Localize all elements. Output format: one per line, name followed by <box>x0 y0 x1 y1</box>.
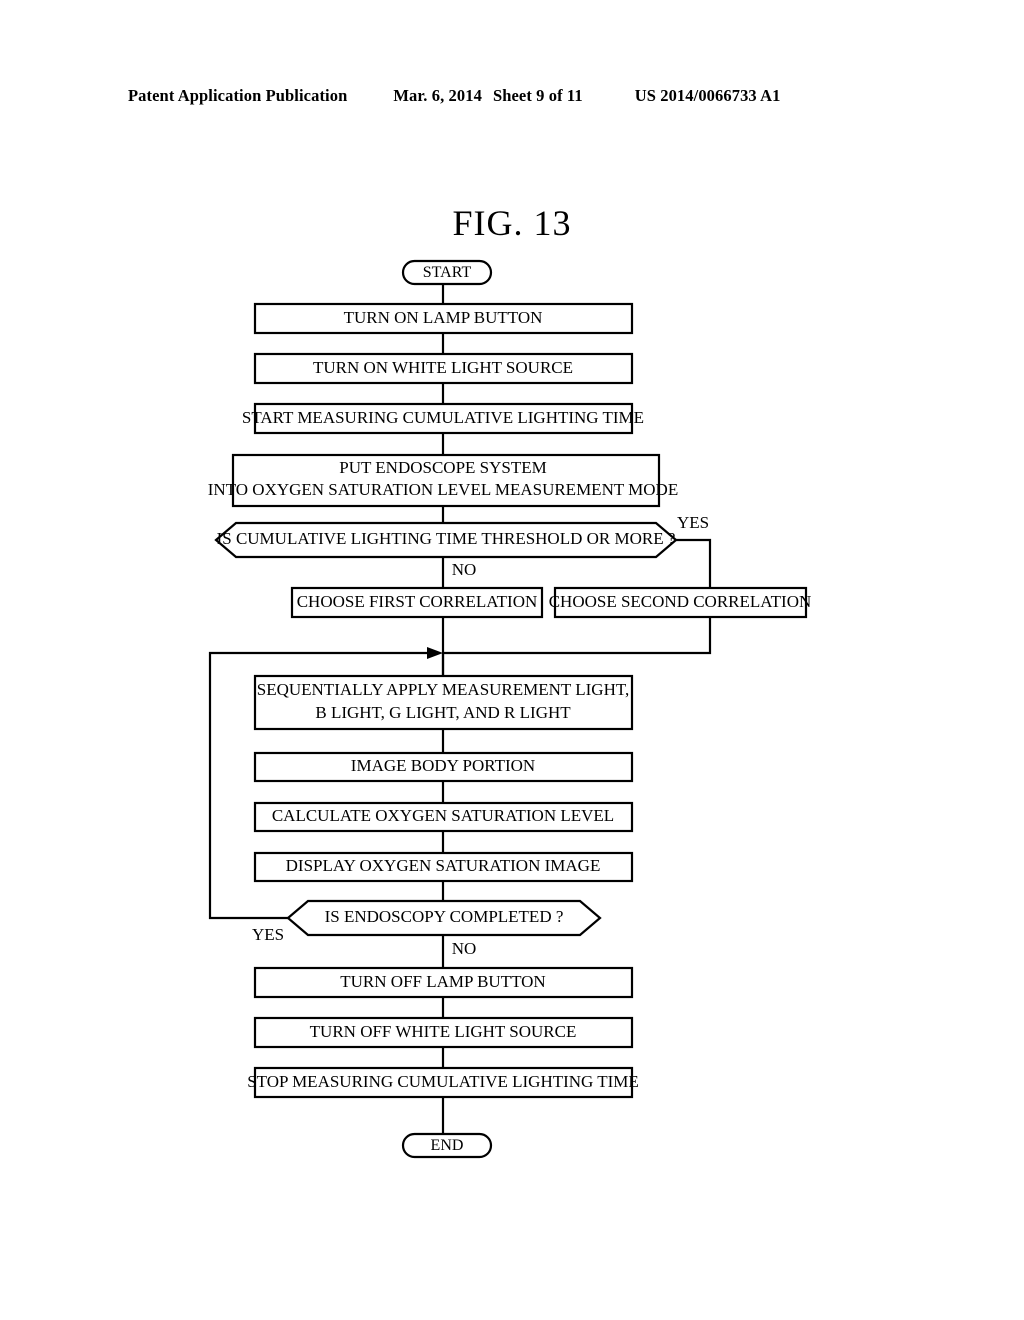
node-start-measuring-cumulative-lighting-time[interactable]: START MEASURING CUMULATIVE LIGHTING TIME <box>242 402 644 435</box>
node-choose-first-correlation[interactable]: CHOOSE FIRST CORRELATION <box>290 586 544 619</box>
node-start[interactable]: START <box>401 259 493 286</box>
node-turn-on-lamp-button[interactable]: TURN ON LAMP BUTTON <box>253 302 634 335</box>
node-turn-on-lamp-button-label: TURN ON LAMP BUTTON <box>344 308 543 327</box>
node-display-oxygen-saturation-image[interactable]: DISPLAY OXYGEN SATURATION IMAGE <box>253 851 634 883</box>
node-turn-on-white-light-source-label: TURN ON WHITE LIGHT SOURCE <box>313 358 573 377</box>
node-stop-measuring-cumulative-lighting-time[interactable]: STOP MEASURING CUMULATIVE LIGHTING TIME <box>247 1066 639 1099</box>
branch-label-endoscopy-no: NO <box>452 939 477 958</box>
node-turn-off-white-light-source[interactable]: TURN OFF WHITE LIGHT SOURCE <box>253 1016 634 1049</box>
node-start-measuring-label: START MEASURING CUMULATIVE LIGHTING TIME <box>242 408 644 427</box>
node-decision-endoscopy-completed[interactable]: IS ENDOSCOPY COMPLETED ? <box>286 899 602 937</box>
node-decision-endoscopy-completed-label: IS ENDOSCOPY COMPLETED ? <box>325 907 564 926</box>
node-choose-second-correlation-label: CHOOSE SECOND CORRELATION <box>549 592 812 611</box>
node-end-label: END <box>431 1137 464 1154</box>
patent-page: Patent Application Publication Mar. 6, 2… <box>0 0 1024 1320</box>
node-turn-off-white-light-source-label: TURN OFF WHITE LIGHT SOURCE <box>310 1022 577 1041</box>
node-calculate-oxygen-saturation-level[interactable]: CALCULATE OXYGEN SATURATION LEVEL <box>253 801 634 833</box>
node-turn-off-lamp-button[interactable]: TURN OFF LAMP BUTTON <box>253 966 634 999</box>
connector-second-correlation-to-merge <box>443 617 712 655</box>
node-stop-measuring-label: STOP MEASURING CUMULATIVE LIGHTING TIME <box>247 1072 639 1091</box>
node-turn-off-lamp-button-label: TURN OFF LAMP BUTTON <box>340 972 545 991</box>
node-sequentially-apply-label-line2: B LIGHT, G LIGHT, AND R LIGHT <box>315 703 571 722</box>
branch-label-threshold-no: NO <box>452 560 477 579</box>
node-turn-on-white-light-source[interactable]: TURN ON WHITE LIGHT SOURCE <box>253 352 634 385</box>
node-end[interactable]: END <box>401 1132 493 1159</box>
node-put-endoscope-mode-label-line1: PUT ENDOSCOPE SYSTEM <box>339 458 547 477</box>
node-choose-second-correlation[interactable]: CHOOSE SECOND CORRELATION <box>549 586 812 619</box>
connector-decision-threshold-yes-to-second-correlation <box>676 538 712 588</box>
node-calculate-oxygen-saturation-label: CALCULATE OXYGEN SATURATION LEVEL <box>272 806 614 825</box>
branch-label-threshold-yes: YES <box>677 513 709 532</box>
node-image-body-portion[interactable]: IMAGE BODY PORTION <box>253 751 634 783</box>
node-put-endoscope-mode-label-line2: INTO OXYGEN SATURATION LEVEL MEASUREMENT… <box>208 480 678 499</box>
node-sequentially-apply-measurement-light[interactable]: SEQUENTIALLY APPLY MEASUREMENT LIGHT, B … <box>253 674 634 731</box>
node-decision-cumulative-threshold[interactable]: IS CUMULATIVE LIGHTING TIME THRESHOLD OR… <box>214 521 678 559</box>
node-image-body-portion-label: IMAGE BODY PORTION <box>351 756 535 775</box>
flowchart-figure-13: START TURN ON LAMP BUTTON TURN ON WHITE … <box>208 259 812 1159</box>
branch-label-endoscopy-yes: YES <box>252 925 284 944</box>
node-sequentially-apply-label-line1: SEQUENTIALLY APPLY MEASUREMENT LIGHT, <box>257 680 629 699</box>
node-display-oxygen-saturation-label: DISPLAY OXYGEN SATURATION IMAGE <box>286 856 601 875</box>
node-put-endoscope-system-into-mode[interactable]: PUT ENDOSCOPE SYSTEM INTO OXYGEN SATURAT… <box>208 453 678 508</box>
arrowhead-feedback-into-spine <box>427 647 443 659</box>
node-choose-first-correlation-label: CHOOSE FIRST CORRELATION <box>297 592 538 611</box>
node-start-label: START <box>423 264 472 281</box>
node-decision-cumulative-threshold-label: IS CUMULATIVE LIGHTING TIME THRESHOLD OR… <box>217 529 676 548</box>
